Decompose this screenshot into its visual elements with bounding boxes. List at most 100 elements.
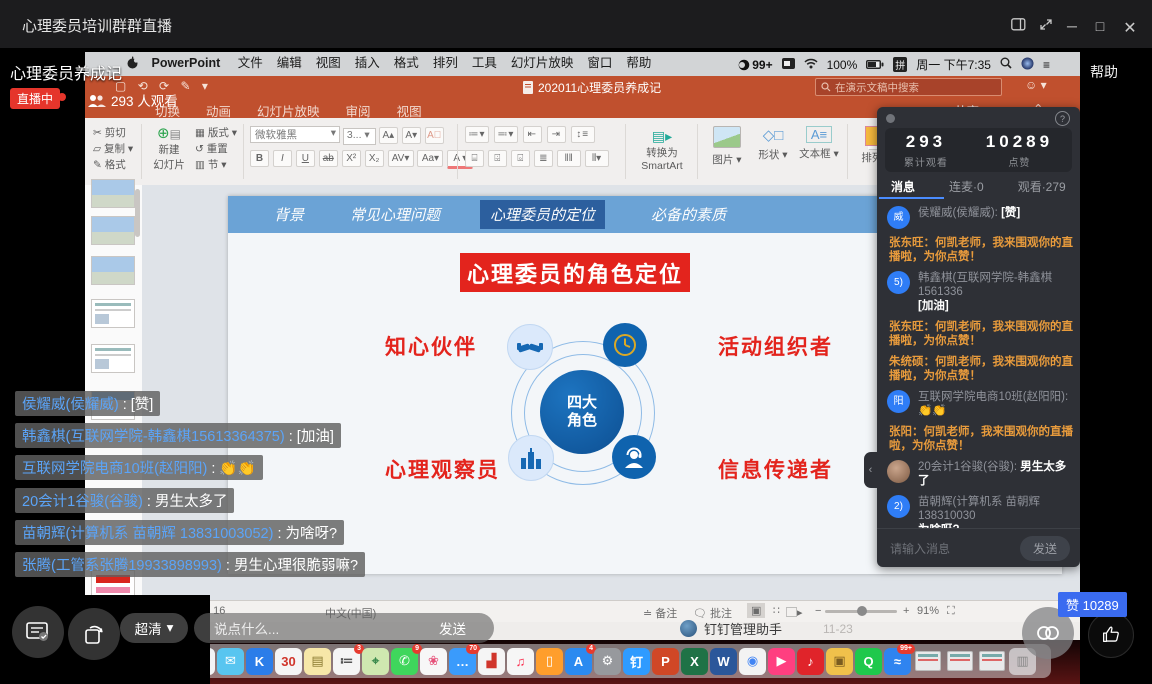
dock-icon-powerpoint[interactable]: P [652, 648, 679, 675]
siri-icon[interactable] [1021, 57, 1034, 73]
close-button[interactable]: ✕ [1120, 18, 1140, 38]
mac-menu-帮助[interactable]: 帮助 [626, 52, 651, 71]
columns-button[interactable]: ‖‖ [557, 150, 581, 167]
zoom-percent[interactable]: 91% [917, 605, 939, 617]
slide-thumbnail[interactable] [91, 344, 135, 373]
insert-textbox-button[interactable]: A≡ 文本框 ▾ [797, 126, 841, 161]
dock-icon-thunder[interactable]: ≈99+ [884, 648, 911, 675]
copy-button[interactable]: ▱ 复制 ▾ [93, 141, 133, 157]
wifi-icon[interactable] [804, 58, 818, 72]
slide-sorter-button[interactable]: ∷ [773, 604, 780, 617]
dock-icon-calendar[interactable]: 30 [275, 648, 302, 675]
reset-button[interactable]: ↺ 重置 [195, 141, 237, 157]
mac-menu-文件[interactable]: 文件 [238, 52, 263, 71]
chat-tab-messages[interactable]: 消息 [891, 178, 915, 195]
insert-shapes-button[interactable]: ◇□ 形状 ▾ [753, 126, 793, 162]
dock-icon-books[interactable]: ▯ [536, 648, 563, 675]
menubar-list-icon[interactable]: ≡ [1043, 58, 1050, 72]
dock-icon-iqiyi[interactable]: Q [855, 648, 882, 675]
mac-menu-排列[interactable]: 排列 [433, 52, 458, 71]
section-button[interactable]: ▥ 节 ▾ [195, 157, 237, 173]
slide-thumbnail[interactable] [91, 216, 135, 245]
mac-menu-插入[interactable]: 插入 [355, 52, 380, 71]
feedback-smiley-icon[interactable]: ☺ ▾ [1025, 78, 1047, 92]
dock-icon-messages[interactable]: …70 [449, 648, 476, 675]
dock-icon-excel[interactable]: X [681, 648, 708, 675]
say-something-input[interactable]: 说点什么... [214, 618, 439, 638]
slide-thumbnail[interactable] [91, 256, 135, 285]
cut-button[interactable]: ✂ 剪切 [93, 125, 133, 141]
new-slide-button[interactable]: ⊕▤ 新建幻灯片 [147, 124, 191, 172]
mac-menu-编辑[interactable]: 编辑 [277, 52, 302, 71]
board-notes-button[interactable] [12, 606, 64, 658]
dock-icon-notes[interactable]: ▤ [304, 648, 331, 675]
change-case-button[interactable]: Aa▾ [417, 150, 443, 167]
strikethrough-button[interactable]: ab [319, 150, 338, 167]
chat-send-button[interactable]: 发送 [1020, 536, 1070, 561]
chat-tab-viewers[interactable]: 观看·279 [1018, 178, 1066, 195]
align-right-button[interactable]: ⌺ [511, 150, 530, 167]
dock-icon-netease-music[interactable]: ♪ [797, 648, 824, 675]
thumbnail-scrollbar[interactable] [135, 189, 140, 237]
normal-view-button[interactable]: ▣ [747, 603, 765, 618]
font-size-select[interactable]: 3... ▾ [343, 128, 376, 145]
dock-icon-photos[interactable]: ❀ [420, 648, 447, 675]
app-status-icon[interactable] [782, 58, 795, 72]
clear-format-button[interactable]: A⃠ [425, 127, 444, 144]
slide-thumbnail[interactable] [91, 179, 135, 208]
convert-smartart-button[interactable]: ▤▸ 转换为SmartArt [633, 128, 691, 172]
insert-picture-button[interactable]: 图片 ▾ [707, 126, 747, 167]
dock-icon-reminders[interactable]: ≔3 [333, 648, 360, 675]
mac-menu-工具[interactable]: 工具 [472, 52, 497, 71]
dock-icon-music[interactable]: ♫ [507, 648, 534, 675]
indent-button[interactable]: ⇥ [547, 126, 566, 143]
char-spacing-button[interactable]: AV▾ [388, 150, 414, 167]
notes-toggle[interactable]: ≐ 备注 [643, 605, 677, 621]
ime-indicator[interactable]: 拼 [893, 57, 907, 72]
justify-button[interactable]: ≣ [534, 150, 553, 167]
dock-icon-app-store[interactable]: A4 [565, 648, 592, 675]
chat-tab-mic[interactable]: 连麦·0 [949, 178, 984, 195]
font-name-select[interactable]: 微软雅黑 ▾ [250, 126, 340, 143]
dock-icon-word[interactable]: W [710, 648, 737, 675]
mac-menu-幻灯片放映[interactable]: 幻灯片放映 [511, 52, 574, 71]
maximize-button[interactable]: □ [1090, 18, 1110, 34]
mac-menu-格式[interactable]: 格式 [394, 52, 419, 71]
align-center-button[interactable]: ⌹ [488, 150, 507, 167]
text-direction-button[interactable]: ⫴▾ [585, 150, 609, 167]
help-link[interactable]: 帮助 [1090, 62, 1118, 82]
format-painter-button[interactable]: ✎ 格式 [93, 157, 133, 173]
dock-icon-dingtalk[interactable]: 钉 [623, 648, 650, 675]
mac-menu-视图[interactable]: 视图 [316, 52, 341, 71]
fit-to-window-button[interactable]: ⛶ [947, 605, 955, 618]
shrink-font-button[interactable]: A▾ [402, 127, 421, 144]
bullets-button[interactable]: ≔▾ [465, 126, 489, 143]
dock-icon-maps[interactable]: ⌖ [362, 648, 389, 675]
superscript-button[interactable]: X² [342, 150, 361, 167]
minimized-window-preview-3[interactable] [979, 651, 1005, 671]
layout-button[interactable]: ▦ 版式 ▾ [195, 125, 237, 141]
dingtalk-assistant-toast[interactable]: 钉钉管理助手 11-23 [680, 619, 853, 638]
live-comment-bar[interactable]: 说点什么... 发送 [194, 613, 494, 643]
notification-count-icon[interactable]: 99+ [738, 58, 772, 72]
dock-icon-youku[interactable]: ▶ [768, 648, 795, 675]
dock-icon-facetime[interactable]: ✆9 [391, 648, 418, 675]
bold-button[interactable]: B [250, 150, 269, 167]
rotate-screen-button[interactable] [68, 608, 120, 660]
underline-button[interactable]: U [296, 150, 315, 167]
minimized-window-preview-1[interactable] [915, 651, 941, 671]
quality-selector[interactable]: 超清▾ [120, 613, 188, 643]
align-left-button[interactable]: ⌸ [465, 150, 484, 167]
panel-toggle-icon[interactable] [1008, 18, 1028, 34]
outdent-button[interactable]: ⇤ [523, 126, 542, 143]
minimize-button[interactable]: ─ [1062, 18, 1082, 34]
zoom-slider[interactable] [825, 610, 897, 613]
mac-menu-窗口[interactable]: 窗口 [587, 52, 612, 71]
zoom-out-button[interactable]: − [815, 605, 821, 617]
dock-icon-stocks[interactable]: ▟ [478, 648, 505, 675]
mac-app-name[interactable]: PowerPoint [151, 56, 220, 70]
dock-icon-mail[interactable]: ✉ [217, 648, 244, 675]
dock-icon-keynote[interactable]: K [246, 648, 273, 675]
like-button[interactable] [1088, 612, 1134, 658]
live-send-button[interactable]: 发送 [439, 618, 466, 638]
